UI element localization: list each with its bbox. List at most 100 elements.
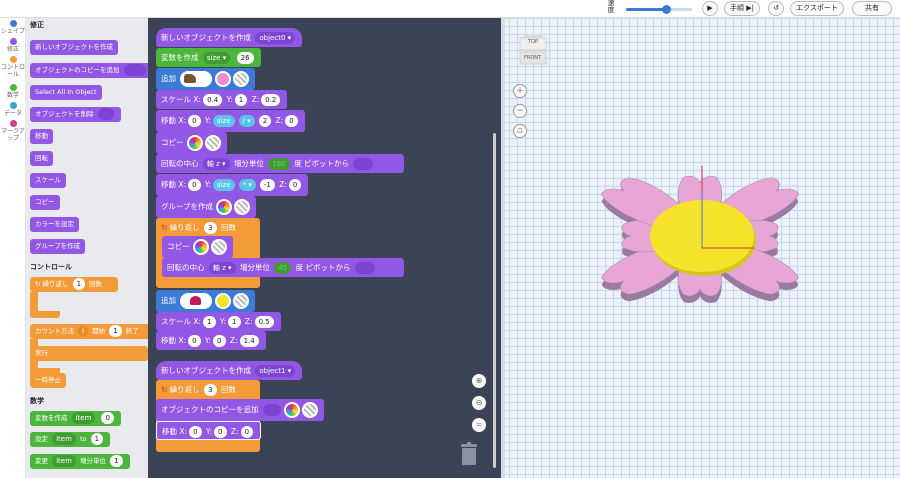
palette-block-pause[interactable]: 一時停止 xyxy=(30,373,66,388)
speed-slider-knob[interactable] xyxy=(661,5,671,14)
category-dot-icon xyxy=(9,20,17,27)
no-material-swatch[interactable] xyxy=(204,135,221,151)
palette-block-move[interactable]: 移動 xyxy=(30,129,53,144)
category-shapes[interactable]: シェイプ xyxy=(0,20,26,35)
step-button[interactable]: 手順 ▶| xyxy=(724,1,760,16)
palette-block-set-variable[interactable]: 設定 item to 1 xyxy=(30,432,111,447)
fit-view-icon[interactable]: ⊡ xyxy=(513,124,527,138)
object-name-dropdown[interactable]: object1 ▾ xyxy=(255,365,296,377)
step-icon: ▶| xyxy=(746,4,754,12)
no-material-swatch[interactable] xyxy=(233,71,250,87)
rainbow-color-swatch[interactable] xyxy=(192,239,209,255)
viewer-zoom-in-icon[interactable]: + xyxy=(513,84,527,98)
variable-value-input[interactable]: 26 xyxy=(236,52,254,64)
zoom-reset-icon[interactable]: = xyxy=(472,418,486,432)
viewer-zoom-out-icon[interactable]: − xyxy=(513,104,527,118)
category-dot-icon xyxy=(9,38,17,45)
flower-model[interactable] xyxy=(540,130,860,370)
palette-block-rotate[interactable]: 回転 xyxy=(30,151,53,166)
palette-block-count[interactable]: カウント方法 i 開始 1 終了 xyxy=(30,324,148,339)
rainbow-color-swatch[interactable] xyxy=(216,199,233,215)
repeat-icon: ↻ xyxy=(161,223,168,232)
block-scale-1[interactable]: スケール X: 0.4 Y: 1 Z: 0.2 xyxy=(156,90,288,109)
category-dot-icon xyxy=(9,120,17,127)
block-add[interactable]: 追加 xyxy=(156,68,256,90)
palette-block-exec[interactable]: 実行 xyxy=(30,346,148,361)
category-dot-icon xyxy=(9,102,17,109)
shape-input[interactable] xyxy=(180,71,213,87)
block-new-object-0[interactable]: 新しいオブジェクトを作成 object0 ▾ xyxy=(156,28,303,47)
block-rotate-2[interactable]: 回転の中心 軸 z ▾ 増分単位 45 度 ピボットから xyxy=(162,258,404,277)
speed-slider-fill xyxy=(626,8,666,11)
repeat-icon: ↻ xyxy=(161,385,168,394)
palette-block-create-variable[interactable]: 変数を作成 item 0 xyxy=(30,411,121,426)
palette-block-add-copy[interactable]: オブジェクトのコピーを追加 xyxy=(30,63,148,78)
category-dot-icon xyxy=(9,56,17,63)
block-move-4-selected[interactable]: 移動 X: 0 Y: 0 Z: 0 xyxy=(156,421,262,440)
palette-block-change-variable[interactable]: 変更 item 増分単位 1 xyxy=(30,454,130,469)
rainbow-color-swatch[interactable] xyxy=(283,402,300,418)
palette-block-copy[interactable]: コピー xyxy=(30,195,60,210)
block-add-copy[interactable]: オブジェクトのコピーを追加 xyxy=(156,399,324,421)
no-material-swatch[interactable] xyxy=(210,239,227,255)
flyout-header-modify: 修正 xyxy=(30,21,44,29)
block-copy-2[interactable]: コピー xyxy=(162,236,233,258)
flyout-header-math: 数学 xyxy=(30,397,44,405)
block-workspace[interactable]: 新しいオブジェクトを作成 object0 ▾ 変数を作成 size ▾ 26 追… xyxy=(148,18,501,478)
block-copy-1[interactable]: コピー xyxy=(156,132,227,154)
block-move-3[interactable]: 移動 X: 0 Y: 0 Z: 1.4 xyxy=(156,331,266,350)
palette-block-group[interactable]: グループを作成 xyxy=(30,239,86,254)
color-swatch-yellow[interactable] xyxy=(215,293,232,309)
block-repeat-1-header[interactable]: ↻ 繰り返し 3 回数 xyxy=(156,218,241,237)
category-list: シェイプ 修正 コントロール 数学 データ マークアップ xyxy=(0,18,26,478)
variable-dropdown[interactable]: size ▾ xyxy=(202,52,231,64)
palette-block-repeat[interactable]: ↻ 繰り返し 1 回数 xyxy=(30,277,118,292)
block-new-object-1[interactable]: 新しいオブジェクトを作成 object1 ▾ xyxy=(156,361,303,380)
object-name-dropdown[interactable]: object0 ▾ xyxy=(255,32,296,44)
block-rotate-1[interactable]: 回転の中心 軸 z ▾ 増分単位 180 度 ピボットから xyxy=(156,154,404,173)
zoom-in-icon[interactable]: ⊕ xyxy=(472,374,486,388)
export-button[interactable]: エクスポート xyxy=(790,1,844,16)
block-move-2[interactable]: 移動 X: 0 Y: size * ▾ -1 Z: 0 xyxy=(156,174,309,196)
speed-slider[interactable] xyxy=(626,5,692,14)
block-repeat-2-header[interactable]: ↻ 繰り返し 3 回数 xyxy=(156,380,241,399)
category-math[interactable]: 数学 xyxy=(0,84,26,99)
play-icon: ▶ xyxy=(707,4,713,12)
no-material-swatch[interactable] xyxy=(233,293,250,309)
flyout-header-control: コントロール xyxy=(30,263,72,271)
repeat-icon: ↻ xyxy=(35,280,41,288)
no-material-swatch[interactable] xyxy=(301,402,318,418)
block-scale-2[interactable]: スケール X: 1 Y: 1 Z: 0.5 xyxy=(156,312,281,331)
share-button[interactable]: 共有 xyxy=(852,1,892,16)
reset-icon: ↺ xyxy=(773,4,779,12)
palette-block-delete-object[interactable]: オブジェクトを削除 xyxy=(30,107,121,122)
block-flyout: 修正 新しいオブジェクトを作成 オブジェクトのコピーを追加 Select All… xyxy=(26,18,148,478)
viewer-divider[interactable] xyxy=(501,18,505,478)
zoom-out-icon[interactable]: ⊖ xyxy=(472,396,486,410)
palette-block-scale[interactable]: スケール xyxy=(30,173,66,188)
view-cube[interactable]: TOP FRONT xyxy=(518,34,550,66)
block-create-variable[interactable]: 変数を作成 size ▾ 26 xyxy=(156,48,261,67)
category-control[interactable]: コントロール xyxy=(0,56,26,78)
palette-block-new-object[interactable]: 新しいオブジェクトを作成 xyxy=(30,40,118,55)
block-move-1[interactable]: 移動 X: 0 Y: size / ▾ 2 Z: 0 xyxy=(156,110,305,132)
block-group-1[interactable]: グループを作成 xyxy=(156,196,257,218)
shape-thumbnail-icon xyxy=(184,74,197,83)
axis-dropdown[interactable]: 軸 z ▾ xyxy=(208,262,236,274)
rainbow-color-swatch[interactable] xyxy=(186,135,203,151)
workspace-scrollbar[interactable] xyxy=(493,133,496,468)
no-material-swatch[interactable] xyxy=(234,199,251,215)
category-markup[interactable]: マークアップ xyxy=(0,120,26,142)
trash-icon[interactable] xyxy=(460,442,478,466)
play-button[interactable]: ▶ xyxy=(702,1,718,16)
category-data[interactable]: データ xyxy=(0,102,26,117)
block-add-2[interactable]: 追加 xyxy=(156,290,256,312)
speed-label: 速度 xyxy=(607,0,615,14)
shape-input[interactable] xyxy=(180,293,213,309)
color-swatch-pink[interactable] xyxy=(215,71,232,87)
palette-block-select-all[interactable]: Select All In Object xyxy=(30,85,102,100)
reset-button[interactable]: ↺ xyxy=(768,1,784,16)
palette-block-set-color[interactable]: カラーを設定 xyxy=(30,217,79,232)
axis-dropdown[interactable]: 軸 z ▾ xyxy=(202,158,230,170)
category-modify[interactable]: 修正 xyxy=(0,38,26,53)
